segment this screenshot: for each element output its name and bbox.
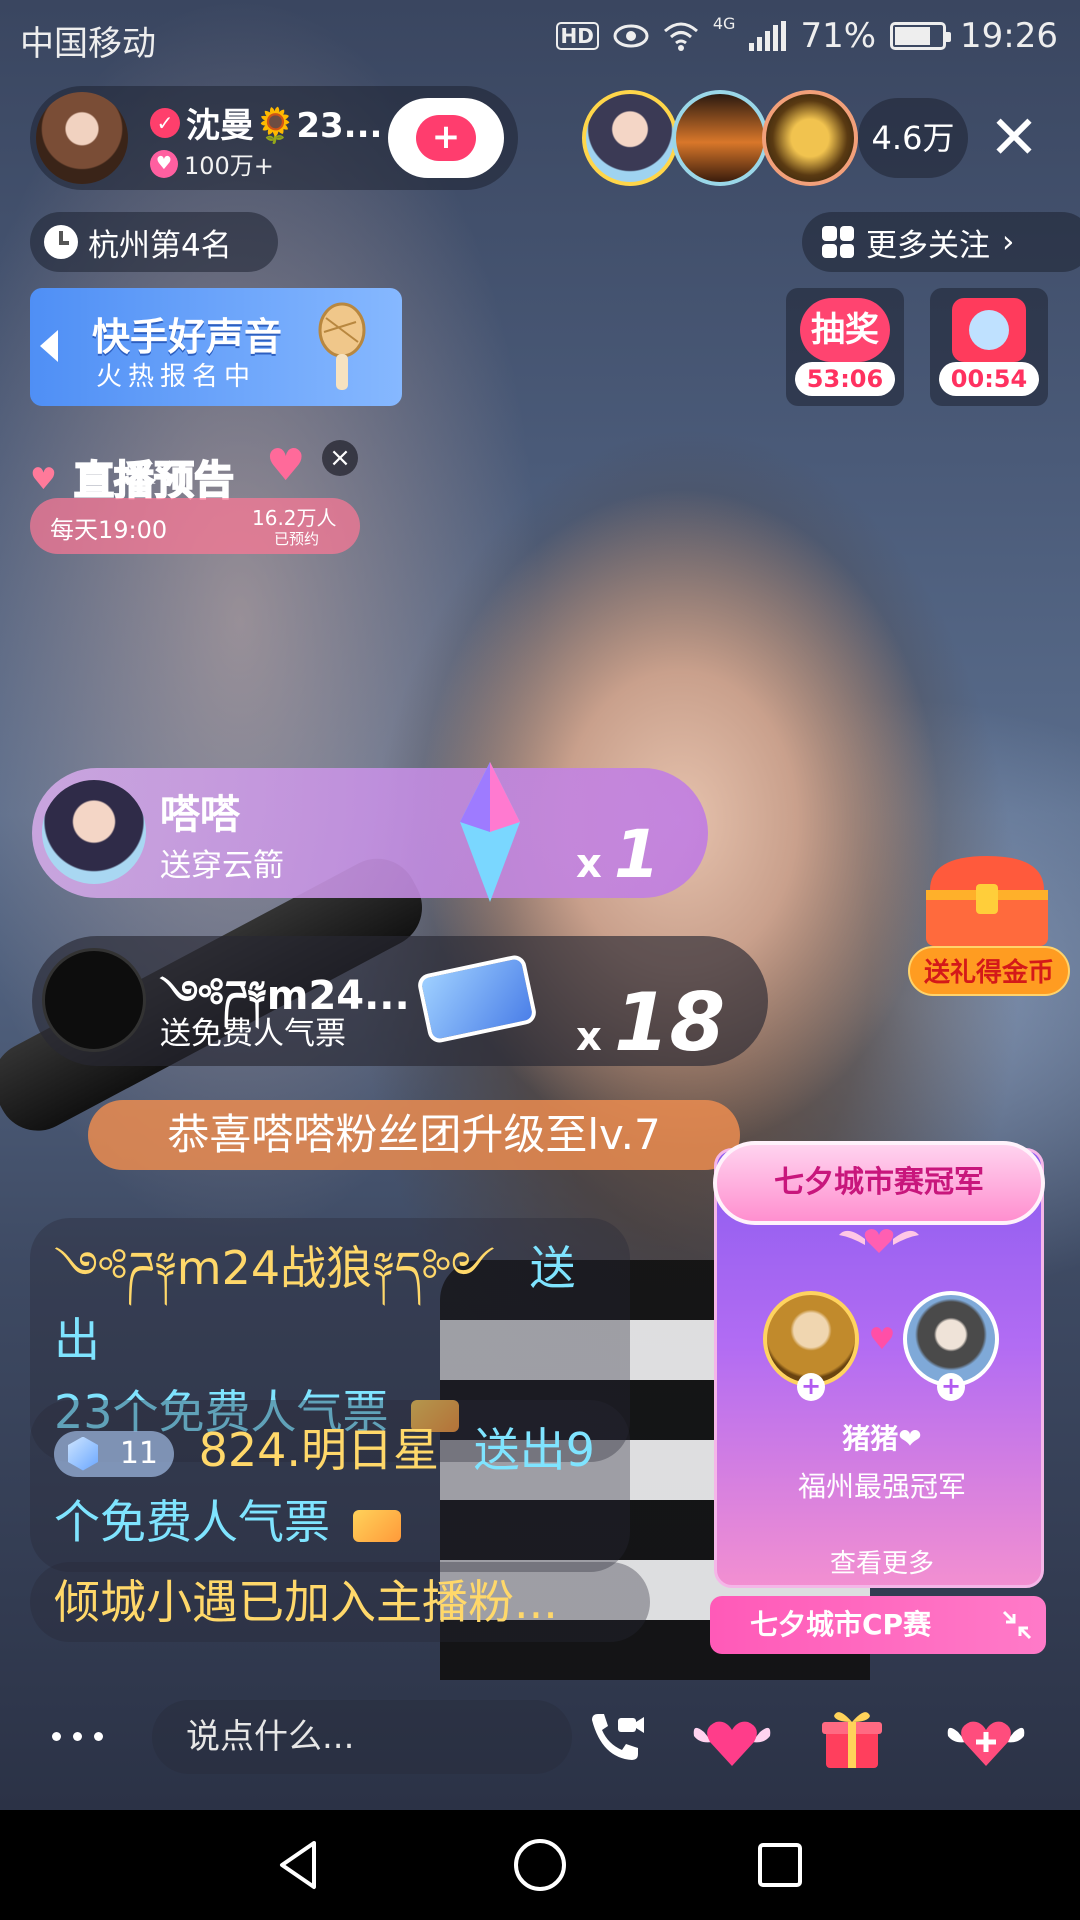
like-heart-icon[interactable] xyxy=(944,1702,1028,1774)
back-icon[interactable] xyxy=(270,1835,330,1895)
cp-contest-button[interactable]: 七夕城市CP赛 xyxy=(710,1596,1046,1654)
live-preview-card[interactable]: ♥ 直播预告 ♥ 每天19:00 16.2万人 已预约 xyxy=(30,440,360,554)
clock-icon xyxy=(44,225,78,259)
microphone-icon xyxy=(318,302,366,390)
clock-time: 19:26 xyxy=(960,16,1058,56)
gift-description: 送穿云箭 xyxy=(160,848,284,884)
hd-icon: HD xyxy=(555,22,599,50)
chat-username: 824.明日星 xyxy=(198,1423,440,1477)
ticket-icon xyxy=(352,1509,401,1542)
heart-wings-icon xyxy=(839,1229,919,1253)
lottery-label: 抽奖 xyxy=(800,298,890,362)
wifi-icon xyxy=(663,22,698,51)
status-icons: HD 4G 71% 19:26 xyxy=(555,14,1058,58)
follow-button[interactable]: + xyxy=(388,98,504,178)
chat-text: 个免费人气票 xyxy=(54,1495,330,1549)
cp-subtitle: 福州最强冠军 xyxy=(797,1470,966,1503)
gift-notification: 嗒嗒 送穿云箭 x1 xyxy=(32,768,708,898)
arrow-gift-icon xyxy=(460,762,520,902)
host-fans-count: 100万+ xyxy=(184,152,274,180)
gift-sender-avatar[interactable] xyxy=(42,948,146,1052)
eye-icon xyxy=(613,24,649,48)
heart-plus-icon: + xyxy=(416,115,476,161)
gift-sender-avatar[interactable] xyxy=(42,780,146,884)
voice-contest-banner[interactable]: 快手好声音 火热报名中 xyxy=(30,288,402,406)
more-follow-button[interactable]: 更多关注 › xyxy=(802,212,1080,272)
red-packet-widget[interactable]: 00:54 xyxy=(930,288,1048,406)
arrow-left-icon xyxy=(40,330,58,362)
chat-system-text: 倾城小遇已加入主播粉... xyxy=(54,1575,558,1629)
preview-count: 16.2万人 xyxy=(252,506,337,530)
status-bar: 中国移动 HD 4G 71% 19:26 xyxy=(0,0,1080,72)
cp-view-more[interactable]: 查看更多 xyxy=(717,1543,1047,1580)
chat-username: ༺ཌ༈m24战狼༈ད༻ xyxy=(54,1241,495,1295)
preview-body: 每天19:00 16.2万人 已预约 xyxy=(30,498,360,554)
cp-card-title: 七夕城市赛冠军 xyxy=(713,1141,1045,1225)
voice-banner-title: 快手好声音 xyxy=(92,315,283,359)
heart-icon: ♥ xyxy=(30,462,57,497)
chevron-right-icon: › xyxy=(1002,224,1015,260)
voice-banner-subtitle: 火热报名中 xyxy=(96,362,257,392)
chat-message[interactable]: 11 824.明日星 送出9 个免费人气票 xyxy=(30,1400,630,1572)
call-icon[interactable] xyxy=(578,1702,650,1774)
city-rank[interactable]: 杭州第4名 xyxy=(30,212,278,272)
gift-description: 送免费人气票 xyxy=(160,1016,346,1052)
viewer-avatar-1[interactable] xyxy=(582,90,678,186)
preview-booked: 已预约 xyxy=(274,530,320,548)
gift-multiplier: x 18 xyxy=(576,976,726,1069)
recents-icon[interactable] xyxy=(750,1835,810,1895)
gift-multiplier: x1 xyxy=(576,816,660,893)
city-rank-label: 杭州第4名 xyxy=(88,227,232,264)
add-icon[interactable]: + xyxy=(797,1373,825,1401)
popularity-ticket-icon xyxy=(415,953,539,1045)
gift-notification: ༺ཌ༈m24... 送免费人气票 x 18 xyxy=(32,936,768,1069)
network-type: 4G xyxy=(712,14,736,33)
user-level-badge: 11 xyxy=(54,1430,174,1477)
preview-schedule: 每天19:00 xyxy=(50,516,168,544)
close-icon[interactable]: ✕ xyxy=(982,106,1046,170)
red-packet-timer: 00:54 xyxy=(939,362,1039,396)
comment-input[interactable]: 说点什么... xyxy=(152,1700,572,1774)
close-icon[interactable]: × xyxy=(322,440,358,476)
viewer-avatar-3[interactable] xyxy=(762,90,858,186)
battery-icon xyxy=(890,22,952,50)
gift-sender-name: 嗒嗒 xyxy=(160,792,240,838)
more-options-icon[interactable] xyxy=(52,1732,103,1741)
heart-wings-gift-icon[interactable] xyxy=(690,1702,774,1774)
carrier-name: 中国移动 xyxy=(20,24,156,64)
collapse-icon[interactable] xyxy=(1000,1608,1034,1642)
host-name: 沈曼🌻23... xyxy=(186,106,383,146)
cp-name: 猪猪❤ xyxy=(842,1422,922,1455)
battery-percent: 71% xyxy=(800,16,877,56)
chat-message[interactable]: 倾城小遇已加入主播粉... xyxy=(30,1562,650,1642)
chat-action: 送出9 xyxy=(473,1423,595,1477)
viewer-count[interactable]: 4.6万 xyxy=(858,98,968,178)
system-nav-bar xyxy=(0,1810,1080,1920)
gift-icon[interactable] xyxy=(816,1702,888,1774)
cp-champion-card[interactable]: 七夕城市赛冠军 + ♥ + 猪猪❤ 福州最强冠军 查看更多 xyxy=(713,1141,1047,1588)
heart-icon: ♥ xyxy=(266,440,306,491)
host-info[interactable]: ✓ 沈曼🌻23... ♥ 100万+ + xyxy=(30,86,518,190)
heart-icon: ♥ xyxy=(868,1322,896,1357)
grid-icon xyxy=(822,226,854,258)
treasure-label[interactable]: 送礼得金币 xyxy=(908,946,1070,996)
host-fans-row: ♥ 100万+ xyxy=(150,146,274,181)
signal-icon xyxy=(749,21,787,51)
fan-club-upgrade-banner: 恭喜嗒嗒粉丝团升级至lv.7 xyxy=(88,1100,740,1170)
heart-icon: ♥ xyxy=(150,149,178,178)
lottery-timer: 53:06 xyxy=(795,362,895,396)
viewer-avatar-2[interactable] xyxy=(672,90,768,186)
home-icon[interactable] xyxy=(510,1835,570,1895)
host-avatar[interactable] xyxy=(36,92,128,184)
more-follow-label: 更多关注 xyxy=(866,227,990,264)
treasure-chest-icon[interactable] xyxy=(920,850,1054,950)
verified-icon: ✓ xyxy=(150,107,180,138)
red-packet-icon xyxy=(952,298,1026,362)
lottery-widget[interactable]: 抽奖 53:06 xyxy=(786,288,904,406)
add-icon[interactable]: + xyxy=(937,1373,965,1401)
host-name-row: ✓ 沈曼🌻23... xyxy=(150,98,382,147)
